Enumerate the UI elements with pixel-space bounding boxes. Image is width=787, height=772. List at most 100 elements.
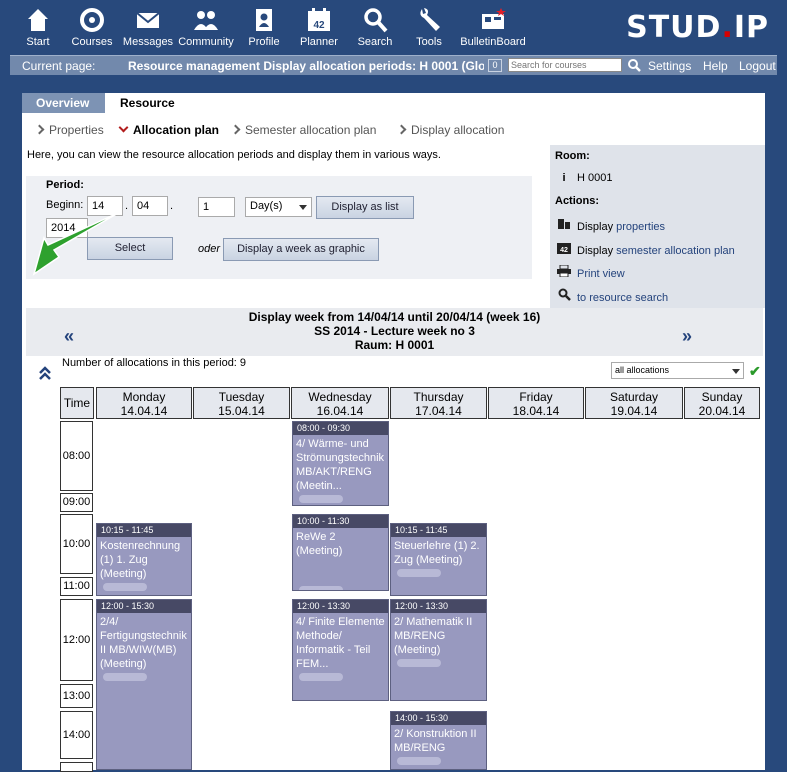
- allocation-event[interactable]: 10:00 - 11:30 ReWe 2 (Meeting): [292, 514, 389, 591]
- room-heading: Room:: [555, 150, 590, 162]
- actions-heading: Actions:: [555, 195, 599, 207]
- nav-tools[interactable]: Tools: [399, 6, 459, 48]
- tab-overview[interactable]: Overview: [22, 93, 105, 114]
- action-display-properties[interactable]: Display properties: [557, 218, 665, 233]
- svg-text:42: 42: [560, 247, 568, 254]
- period-count-input[interactable]: [198, 197, 235, 217]
- subnav-semester-allocation-plan[interactable]: Semester allocation plan: [230, 123, 376, 137]
- nav-community[interactable]: Community: [176, 6, 236, 48]
- day-header-saturday: Saturday 19.04.14: [585, 387, 683, 419]
- day-date: 15.04.14: [218, 404, 265, 418]
- profile-icon: [251, 6, 277, 34]
- allocation-event[interactable]: 08:00 - 09:30 4/ Wärme- und Strömungstec…: [292, 421, 389, 506]
- chevron-right-icon: [230, 124, 241, 135]
- event-time: 12:00 - 13:30: [391, 600, 486, 613]
- day-name: Saturday: [609, 390, 659, 404]
- collapse-up-icon[interactable]: [39, 366, 51, 380]
- page-scrollbar[interactable]: [773, 78, 787, 770]
- allocation-filter-select[interactable]: all allocations: [611, 362, 744, 379]
- search-submit-icon[interactable]: [627, 58, 641, 72]
- action-print-view[interactable]: Print view: [557, 264, 625, 280]
- room-row: i H 0001: [557, 172, 612, 184]
- logout-link[interactable]: Logout: [739, 59, 776, 73]
- allocation-event[interactable]: 12:00 - 15:30 2/4/ Fertigungstechnik II …: [96, 599, 192, 770]
- tab-resource[interactable]: Resource: [106, 93, 186, 114]
- mail-icon: [135, 6, 161, 34]
- semester-week: SS 2014 - Lecture week no 3: [314, 324, 475, 338]
- day-date: 16.04.14: [316, 404, 364, 418]
- chevron-down-icon: [299, 205, 307, 210]
- display-week-graphic-button[interactable]: Display a week as graphic: [223, 238, 379, 261]
- begin-month-input[interactable]: [132, 196, 168, 216]
- settings-link[interactable]: Settings: [648, 59, 691, 73]
- notification-badge[interactable]: 0: [488, 59, 502, 72]
- week-header: Display week from 14/04/14 until 20/04/1…: [26, 308, 763, 356]
- semester-allocation-plan-link[interactable]: semester allocation plan: [616, 245, 735, 257]
- previous-week-icon[interactable]: «: [64, 326, 74, 347]
- allocation-filter-value: all allocations: [615, 365, 670, 375]
- time-slot-0900: 09:00: [60, 493, 93, 512]
- nav-start[interactable]: Start: [8, 6, 68, 48]
- nav-bulletinboard[interactable]: BulletinBoard: [456, 6, 530, 48]
- apply-filter-check-icon[interactable]: ✔: [749, 363, 761, 380]
- help-link[interactable]: Help: [703, 59, 728, 73]
- subnav-properties[interactable]: Properties: [34, 123, 104, 137]
- allocation-count: Number of allocations in this period: 9: [62, 357, 247, 369]
- nav-messages[interactable]: Messages: [118, 6, 178, 48]
- allocation-event[interactable]: 10:15 - 11:45 Kostenrechnung (1) 1. Zug …: [96, 523, 192, 596]
- day-date: 14.04.14: [120, 404, 168, 418]
- chevron-down-icon: [732, 369, 740, 374]
- subnav-display-allocation[interactable]: Display allocation: [396, 123, 504, 137]
- time-slot-1300: 13:00: [60, 684, 93, 708]
- nav-bulletinboard-label: BulletinBoard: [460, 36, 526, 48]
- blurred-text: [103, 673, 147, 681]
- event-time: 14:00 - 15:30: [391, 712, 486, 725]
- nav-profile[interactable]: Profile: [234, 6, 294, 48]
- properties-link[interactable]: properties: [616, 221, 665, 233]
- event-time: 10:00 - 11:30: [293, 515, 388, 528]
- display-as-list-button[interactable]: Display as list: [316, 196, 414, 219]
- chevron-right-icon: [396, 124, 407, 135]
- time-slot-0800: 08:00: [60, 421, 93, 491]
- period-unit-select[interactable]: Day(s): [245, 197, 312, 217]
- search-icon: [362, 6, 388, 34]
- nav-courses[interactable]: Courses: [62, 6, 122, 48]
- print-icon: [557, 264, 571, 280]
- day-header-tuesday: Tuesday 15.04.14: [193, 387, 290, 419]
- nav-planner[interactable]: 42 Planner: [289, 6, 349, 48]
- subnav-allocation-plan[interactable]: Allocation plan: [118, 122, 219, 137]
- allocation-event[interactable]: 12:00 - 13:30 4/ Finite Elemente Methode…: [292, 599, 389, 701]
- nav-messages-label: Messages: [122, 36, 174, 48]
- studip-logo[interactable]: STUD.IP: [626, 10, 769, 45]
- course-search-input[interactable]: [508, 58, 622, 72]
- day-name: Wednesday: [308, 390, 372, 404]
- action-resource-search[interactable]: to resource search: [557, 288, 668, 304]
- day-header-monday: Monday 14.04.14: [96, 387, 192, 419]
- print-view-link[interactable]: Print view: [577, 268, 625, 280]
- day-date: 18.04.14: [512, 404, 560, 418]
- allocation-event[interactable]: 12:00 - 13:30 2/ Mathematik II MB/RENG (…: [390, 599, 487, 701]
- nav-tools-label: Tools: [416, 36, 442, 48]
- event-time: 08:00 - 09:30: [293, 422, 388, 435]
- day-name: Tuesday: [218, 390, 265, 404]
- action-prefix: Display: [577, 221, 617, 233]
- status-bar: Current page: Resource management Displa…: [10, 55, 777, 75]
- action-prefix: Display: [577, 245, 617, 257]
- week-range: Display week from 14/04/14 until 20/04/1…: [248, 310, 541, 324]
- allocation-event[interactable]: 10:15 - 11:45 Steuerlehre (1) 2. Zug (Me…: [390, 523, 487, 596]
- time-slot-1000: 10:00: [60, 514, 93, 574]
- day-date: 19.04.14: [610, 404, 658, 418]
- event-title: Kostenrechnung (1) 1. Zug (Meeting): [100, 540, 181, 580]
- next-week-icon[interactable]: »: [682, 326, 692, 347]
- day-header-friday: Friday 18.04.14: [488, 387, 584, 419]
- event-title: Steuerlehre (1) 2. Zug (Meeting): [394, 540, 480, 566]
- day-name: Monday: [122, 390, 166, 404]
- resource-search-link[interactable]: to resource search: [577, 292, 668, 304]
- home-icon: [25, 6, 51, 34]
- main-content: Overview Resource Properties Allocation …: [22, 93, 765, 772]
- action-display-semester-plan[interactable]: 42 Display semester allocation plan: [557, 241, 735, 257]
- allocation-event[interactable]: 14:00 - 15:30 2/ Konstruktion II MB/RENG: [390, 711, 487, 770]
- time-slot-next: [60, 762, 93, 772]
- nav-search[interactable]: Search: [345, 6, 405, 48]
- day-header-thursday: Thursday 17.04.14: [390, 387, 487, 419]
